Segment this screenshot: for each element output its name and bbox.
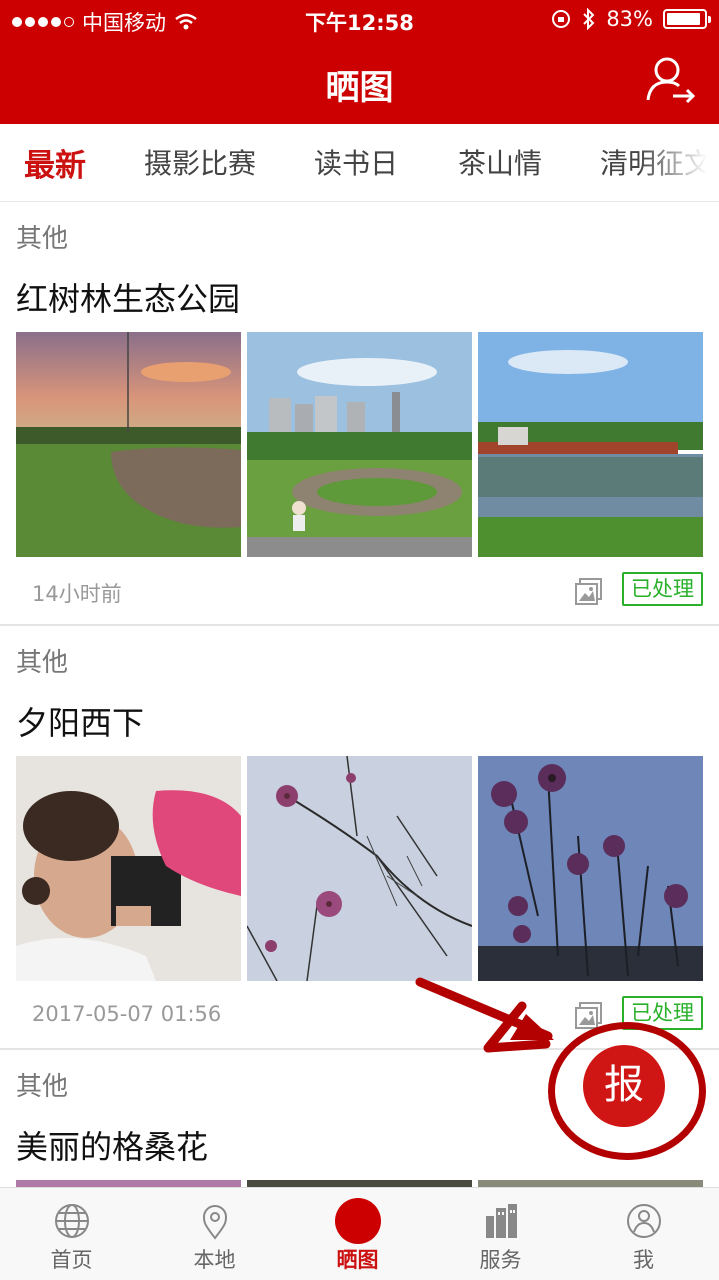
- post-card[interactable]: 其他 夕阳西下 2017-05-07 01:56 已处理: [0, 626, 719, 1050]
- globe-icon: [54, 1204, 89, 1238]
- tabbar-item-services[interactable]: 服务: [429, 1188, 572, 1280]
- gallery-icon[interactable]: [574, 576, 604, 606]
- tab-tea-mountain[interactable]: 茶山情: [458, 142, 542, 182]
- login-button[interactable]: [645, 54, 697, 106]
- post-photo[interactable]: [478, 1180, 703, 1187]
- tabbar-label: 我: [633, 1248, 654, 1272]
- post-card[interactable]: 其他 红树林生态公园 14小时前 已处理: [0, 202, 719, 626]
- tabbar-label: 服务: [479, 1248, 522, 1272]
- rotation-lock-icon: [552, 10, 571, 28]
- post-category: 其他: [16, 224, 69, 254]
- status-badge: 已处理: [622, 572, 703, 606]
- battery-icon: [663, 9, 711, 29]
- bottom-tab-bar: 首页 本地 晒图 服务 我: [0, 1187, 719, 1280]
- tabbar-label: 首页: [50, 1248, 93, 1272]
- user-arrow-icon: [646, 57, 696, 104]
- tabbar-item-local[interactable]: 本地: [143, 1188, 286, 1280]
- post-title[interactable]: 夕阳西下: [16, 698, 144, 744]
- post-category: 其他: [16, 1072, 69, 1102]
- app-header: 晒图: [0, 40, 719, 124]
- post-photo[interactable]: [16, 756, 241, 981]
- category-tabs: 最新 摄影比赛 读书日 茶山情 清明征文: [0, 124, 719, 202]
- location-pin-icon: [202, 1205, 227, 1240]
- tabbar-label: 晒图: [336, 1248, 379, 1272]
- post-title[interactable]: 美丽的格桑花: [16, 1122, 208, 1168]
- bluetooth-icon: [583, 8, 595, 30]
- post-photo[interactable]: [16, 1180, 241, 1187]
- tab-photo-contest[interactable]: 摄影比赛: [144, 142, 256, 182]
- status-bar: 中国移动 下午12:58 83%: [0, 0, 719, 40]
- tabbar-item-share-photo[interactable]: 晒图: [286, 1188, 429, 1280]
- red-dot-icon: [334, 1198, 381, 1244]
- tabbar-item-me[interactable]: 我: [572, 1188, 715, 1280]
- page-title: 晒图: [325, 68, 394, 108]
- post-photo[interactable]: [478, 332, 703, 557]
- post-category: 其他: [16, 648, 69, 678]
- tab-reading-day[interactable]: 读书日: [314, 142, 398, 182]
- post-title[interactable]: 红树林生态公园: [16, 274, 240, 320]
- buildings-icon: [485, 1204, 517, 1238]
- person-icon: [626, 1204, 661, 1238]
- report-button[interactable]: 报: [583, 1045, 665, 1127]
- post-time: 2017-05-07 01:56: [32, 1002, 222, 1026]
- tabbar-item-home[interactable]: 首页: [0, 1188, 143, 1280]
- post-photo[interactable]: [247, 1180, 472, 1187]
- post-photo[interactable]: [247, 756, 472, 981]
- tabbar-label: 本地: [193, 1248, 236, 1272]
- post-time: 14小时前: [32, 582, 122, 606]
- post-photo[interactable]: [247, 332, 472, 557]
- tab-latest[interactable]: 最新: [24, 140, 86, 185]
- post-photo[interactable]: [478, 756, 703, 981]
- tabs-fade-overlay: [639, 124, 719, 201]
- battery-percent: 83%: [606, 7, 653, 31]
- app-screen: 中国移动 下午12:58 83% 晒图 最新 摄影比赛 读书日 茶山情 其他 红…: [0, 0, 719, 1280]
- post-photo[interactable]: [16, 332, 241, 557]
